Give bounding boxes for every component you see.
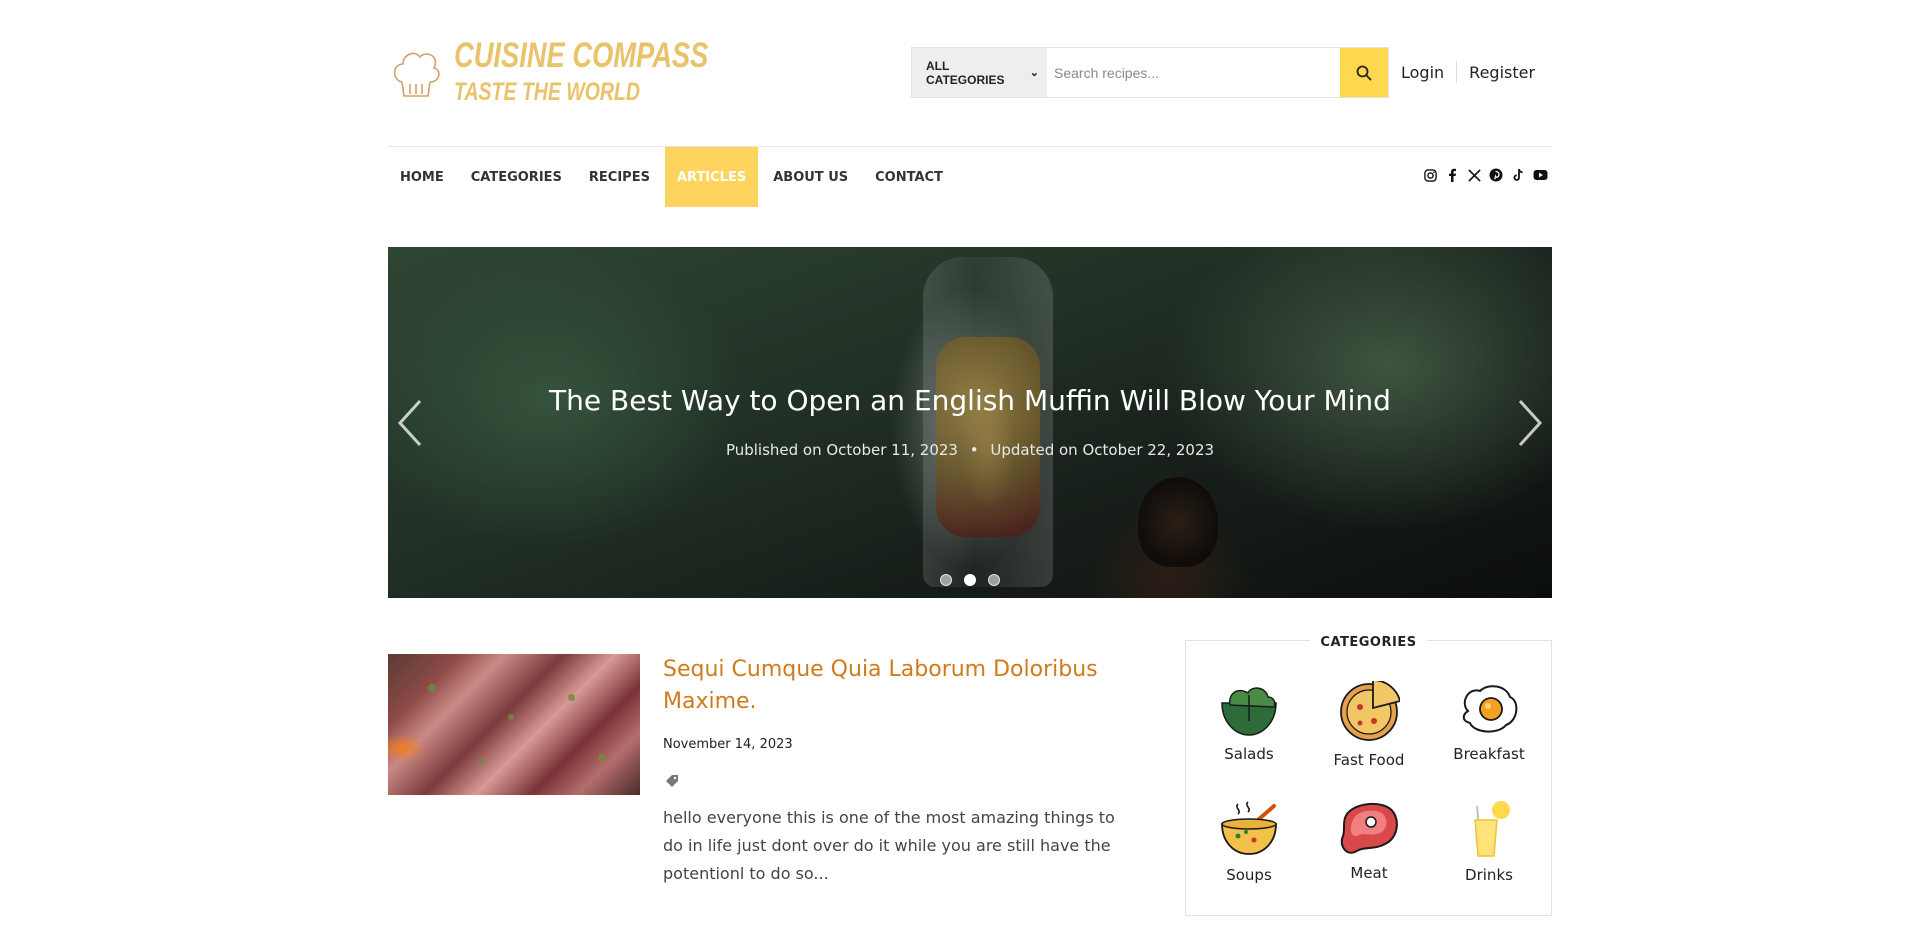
hero-meta: Published on October 11, 2023 • Updated … — [388, 441, 1552, 459]
slider-dot-2[interactable] — [964, 574, 976, 586]
category-select-value: ALL CATEGORIES — [926, 58, 1005, 87]
chevron-down-icon: ⌄ — [1029, 67, 1039, 79]
auth-links: Login Register — [1401, 60, 1535, 84]
slider-dots — [388, 574, 1552, 586]
slider-prev-arrow-icon[interactable] — [392, 395, 428, 451]
hero-updated-date: Updated on October 22, 2023 — [990, 441, 1215, 459]
brand-title: CUISINE COMPASS — [454, 36, 709, 75]
category-meat[interactable]: Meat — [1314, 798, 1424, 898]
article-date: November 14, 2023 — [663, 737, 793, 752]
drink-glass-icon — [1474, 801, 1510, 857]
hero-meta-separator: • — [969, 441, 979, 459]
hero-title[interactable]: The Best Way to Open an English Muffin W… — [388, 384, 1552, 417]
category-drinks[interactable]: Drinks — [1434, 798, 1544, 898]
instagram-icon[interactable] — [1422, 167, 1438, 183]
login-link[interactable]: Login — [1401, 63, 1444, 82]
youtube-icon[interactable] — [1532, 167, 1548, 183]
main-nav: HOME CATEGORIES RECIPES ARTICLES ABOUT U… — [388, 147, 1552, 207]
steak-icon — [1340, 802, 1398, 854]
hero-published-date: Published on October 11, 2023 — [725, 441, 958, 459]
category-salads[interactable]: Salads — [1194, 681, 1304, 781]
category-label: Fast Food — [1333, 751, 1405, 769]
categories-heading: CATEGORIES — [1310, 635, 1427, 650]
auth-divider — [1456, 61, 1458, 83]
salad-icon — [1221, 687, 1277, 736]
article-title[interactable]: Sequi Cumque Quia Laborum Doloribus Maxi… — [663, 654, 1103, 718]
category-label: Salads — [1224, 745, 1274, 763]
slider-dot-1[interactable] — [940, 574, 952, 586]
slider-dot-3[interactable] — [988, 574, 1000, 586]
pizza-icon — [1340, 681, 1400, 741]
brand-tagline: TASTE THE WORLD — [454, 78, 640, 106]
tiktok-icon[interactable] — [1510, 167, 1526, 183]
nav-item-about-us[interactable]: ABOUT US — [761, 147, 860, 207]
search-input[interactable] — [1047, 48, 1340, 97]
nav-item-home[interactable]: HOME — [388, 147, 456, 207]
search-button[interactable] — [1340, 48, 1388, 97]
article-thumbnail[interactable] — [388, 654, 640, 795]
category-label: Breakfast — [1453, 745, 1525, 763]
x-icon[interactable] — [1466, 167, 1482, 183]
article-excerpt: hello everyone this is one of the most a… — [663, 808, 1115, 883]
category-label: Drinks — [1465, 866, 1513, 884]
tag-icon[interactable] — [665, 774, 679, 788]
category-soups[interactable]: Soups — [1194, 798, 1304, 898]
search-bar: ALL CATEGORIES ⌄ — [911, 47, 1389, 98]
pinterest-icon[interactable] — [1488, 167, 1504, 183]
nav-item-articles[interactable]: ARTICLES — [664, 147, 759, 207]
site-logo[interactable]: CUISINE COMPASS TASTE THE WORLD — [388, 34, 708, 110]
soup-bowl-icon — [1221, 801, 1277, 855]
nav-item-contact[interactable]: CONTACT — [863, 147, 955, 207]
nav-item-recipes[interactable]: RECIPES — [577, 147, 662, 207]
slider-next-arrow-icon[interactable] — [1512, 395, 1548, 451]
social-links — [1422, 167, 1548, 183]
hero-slider: The Best Way to Open an English Muffin W… — [388, 247, 1552, 598]
fried-egg-icon — [1462, 685, 1518, 733]
chef-hat-icon — [393, 52, 440, 97]
category-select[interactable]: ALL CATEGORIES ⌄ — [912, 48, 1047, 97]
facebook-icon[interactable] — [1444, 167, 1460, 183]
category-label: Meat — [1350, 864, 1388, 882]
register-link[interactable]: Register — [1469, 63, 1535, 82]
nav-item-categories[interactable]: CATEGORIES — [459, 147, 574, 207]
category-label: Soups — [1226, 866, 1272, 884]
category-fast-food[interactable]: Fast Food — [1314, 681, 1424, 781]
category-breakfast[interactable]: Breakfast — [1434, 681, 1544, 781]
site-header: CUISINE COMPASS TASTE THE WORLD ALL CATE… — [388, 34, 1552, 110]
search-icon — [1356, 65, 1372, 80]
categories-widget: CATEGORIES Salads Fast Food Breakfast So… — [1185, 635, 1552, 916]
